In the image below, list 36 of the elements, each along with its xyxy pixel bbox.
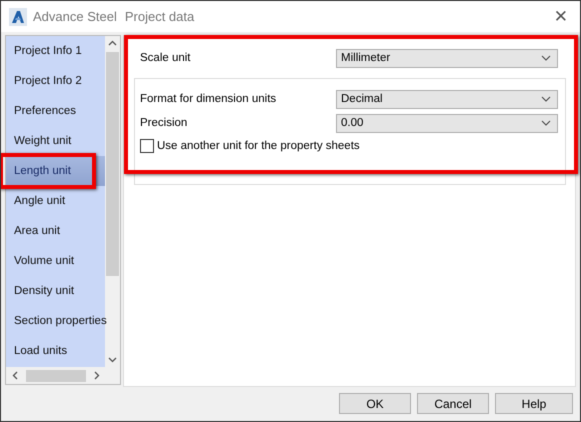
chevron-down-icon [541, 55, 551, 61]
sidebar-item[interactable]: Weight unit [6, 126, 105, 156]
ok-button[interactable]: OK [339, 393, 411, 414]
scrollbar-thumb[interactable] [106, 52, 119, 276]
help-button[interactable]: Help [495, 393, 573, 414]
scroll-down-icon[interactable] [108, 357, 117, 363]
dropdown[interactable]: Decimal [336, 90, 558, 108]
scrollbar-thumb[interactable] [26, 370, 86, 382]
sidebar-item[interactable]: Density unit [6, 276, 105, 306]
checkbox-label[interactable]: Use another unit for the property sheets [157, 140, 360, 152]
checkbox[interactable] [140, 139, 154, 153]
chevron-down-icon [541, 96, 551, 102]
vertical-scrollbar[interactable] [105, 36, 120, 367]
dropdown[interactable]: Millimeter [336, 48, 558, 68]
sidebar-item[interactable]: Project Info 2 [6, 66, 105, 96]
sidebar-item[interactable]: Area unit [6, 216, 105, 246]
close-button[interactable]: ✕ [550, 6, 572, 26]
sidebar-item[interactable]: Section properties [6, 306, 105, 336]
sidebar-item[interactable]: Volume unit [6, 246, 105, 276]
field-label: Format for dimension units [140, 93, 278, 105]
scroll-up-icon[interactable] [108, 40, 117, 46]
field-label: Precision [140, 117, 188, 129]
sidebar-item[interactable]: Preferences [6, 96, 105, 126]
cancel-button[interactable]: Cancel [417, 393, 489, 414]
horizontal-scrollbar[interactable] [6, 367, 120, 384]
sidebar-item[interactable]: Angle unit [6, 186, 105, 216]
scroll-left-icon[interactable] [12, 371, 18, 380]
sidebar-item[interactable]: Project Info 1 [6, 36, 105, 66]
scroll-right-icon[interactable] [94, 371, 100, 380]
field-label: Scale unit [140, 52, 192, 64]
sidebar-item[interactable]: Load units [6, 336, 105, 366]
chevron-down-icon [541, 120, 551, 126]
logo-icon [9, 8, 27, 26]
window-title: Project data [124, 9, 194, 24]
app-name: Advance Steel [33, 9, 117, 24]
dropdown[interactable]: 0.00 [336, 114, 558, 132]
